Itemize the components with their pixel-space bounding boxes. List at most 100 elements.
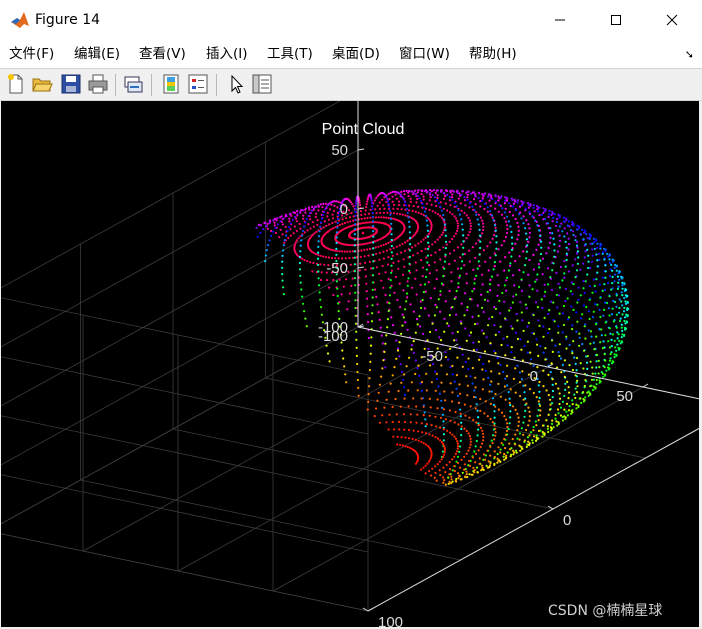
point-cloud-point <box>499 312 502 315</box>
point-cloud-point <box>438 392 441 395</box>
point-cloud-point <box>268 239 271 242</box>
minimize-button[interactable] <box>532 0 588 40</box>
point-cloud-point <box>434 465 437 468</box>
point-cloud-point <box>442 420 445 423</box>
point-cloud-point <box>453 455 456 458</box>
point-cloud-point <box>425 202 428 205</box>
menu-view[interactable]: 查看(V) <box>139 46 186 62</box>
point-cloud-point <box>610 263 613 266</box>
title-bar[interactable]: Figure 14 <box>0 0 702 40</box>
point-cloud-point <box>285 215 288 218</box>
point-cloud-point <box>479 205 482 208</box>
point-cloud-point <box>282 249 285 252</box>
point-cloud-point <box>438 460 441 463</box>
point-cloud-point <box>368 221 371 224</box>
point-cloud-point <box>583 291 586 295</box>
point-cloud-point <box>494 427 497 430</box>
point-cloud-point <box>417 430 420 433</box>
point-cloud-point <box>340 293 343 296</box>
point-cloud-point <box>473 282 476 285</box>
new-figure-icon[interactable] <box>5 73 27 95</box>
point-cloud-point <box>321 214 324 217</box>
point-cloud-point <box>579 362 582 365</box>
point-cloud-point <box>461 260 464 263</box>
point-cloud-point <box>615 326 618 329</box>
point-cloud-point <box>560 371 563 374</box>
point-cloud-point <box>603 247 606 250</box>
property-inspector-icon[interactable] <box>251 73 273 95</box>
point-cloud-point <box>477 449 480 452</box>
point-cloud-point <box>370 320 374 323</box>
menu-help[interactable]: 帮助(H) <box>469 46 517 62</box>
point-cloud-point <box>486 206 489 209</box>
print-icon[interactable] <box>87 73 109 95</box>
point-cloud-point <box>601 276 604 279</box>
insert-colorbar-icon[interactable] <box>160 73 182 95</box>
save-icon[interactable] <box>60 73 82 95</box>
point-cloud-point <box>484 454 487 457</box>
point-cloud-point <box>445 243 448 246</box>
point-cloud-point <box>579 294 582 297</box>
point-cloud-point <box>453 190 456 193</box>
point-cloud-point <box>409 243 412 246</box>
point-cloud-point <box>299 281 302 284</box>
menu-desktop[interactable]: 桌面(D) <box>332 46 380 62</box>
close-button[interactable] <box>644 0 700 40</box>
maximize-button[interactable] <box>588 0 644 40</box>
point-cloud-point <box>606 281 610 285</box>
point-cloud-point <box>418 197 421 200</box>
point-cloud-point <box>456 227 459 230</box>
point-cloud-point <box>306 229 309 232</box>
point-cloud-point <box>366 408 369 411</box>
link-plot-icon[interactable] <box>122 73 144 95</box>
menu-insert[interactable]: 插入(I) <box>206 46 248 62</box>
point-cloud-point <box>266 227 270 230</box>
point-cloud-point <box>366 297 369 300</box>
point-cloud-point <box>498 299 501 302</box>
point-cloud-point <box>429 196 432 199</box>
point-cloud-point <box>490 214 494 217</box>
point-cloud-point <box>496 274 499 277</box>
point-cloud-point <box>620 275 623 278</box>
dock-arrow-icon[interactable]: ➘ <box>685 48 694 61</box>
menu-window[interactable]: 窗口(W) <box>399 46 450 62</box>
point-cloud-point <box>554 413 557 417</box>
point-cloud-point <box>549 227 552 230</box>
point-cloud-point <box>372 260 375 263</box>
point-cloud-point <box>460 427 463 431</box>
point-cloud-point <box>589 330 593 333</box>
point-cloud-point <box>336 287 339 290</box>
insert-legend-icon[interactable] <box>187 73 209 95</box>
edit-plot-pointer-icon[interactable] <box>225 73 247 95</box>
point-cloud-point <box>505 220 508 223</box>
point-cloud-point <box>527 424 530 427</box>
point-cloud-point <box>458 474 461 477</box>
toolbar-separator <box>115 74 116 96</box>
point-cloud-point <box>546 425 550 428</box>
point-cloud-point <box>456 394 460 397</box>
point-cloud-point <box>623 326 627 329</box>
point-cloud-point <box>436 437 440 440</box>
point-cloud-point <box>458 276 461 279</box>
point-cloud-point <box>324 202 327 205</box>
menu-edit[interactable]: 编辑(E) <box>74 46 120 62</box>
point-cloud-point <box>522 222 525 225</box>
menu-file[interactable]: 文件(F) <box>9 46 54 62</box>
point-cloud-point <box>466 476 469 479</box>
point-cloud-point <box>494 226 497 229</box>
point-cloud-point <box>583 229 586 232</box>
point-cloud-point <box>548 209 551 213</box>
point-cloud-point <box>508 401 511 404</box>
open-file-icon[interactable] <box>31 73 53 95</box>
point-cloud-point <box>282 217 285 220</box>
point-cloud-point <box>459 412 462 415</box>
point-cloud-point <box>479 409 482 412</box>
point-cloud-point <box>503 217 506 220</box>
menu-tools[interactable]: 工具(T) <box>267 46 313 62</box>
point-cloud-point <box>417 439 420 442</box>
point-cloud-point <box>429 228 432 231</box>
point-cloud-point <box>319 225 322 228</box>
point-cloud-point <box>508 397 511 400</box>
point-cloud-point <box>562 304 566 308</box>
axes-3d[interactable]: -100-50050100-100-50050100-1000100 Point… <box>1 101 699 627</box>
